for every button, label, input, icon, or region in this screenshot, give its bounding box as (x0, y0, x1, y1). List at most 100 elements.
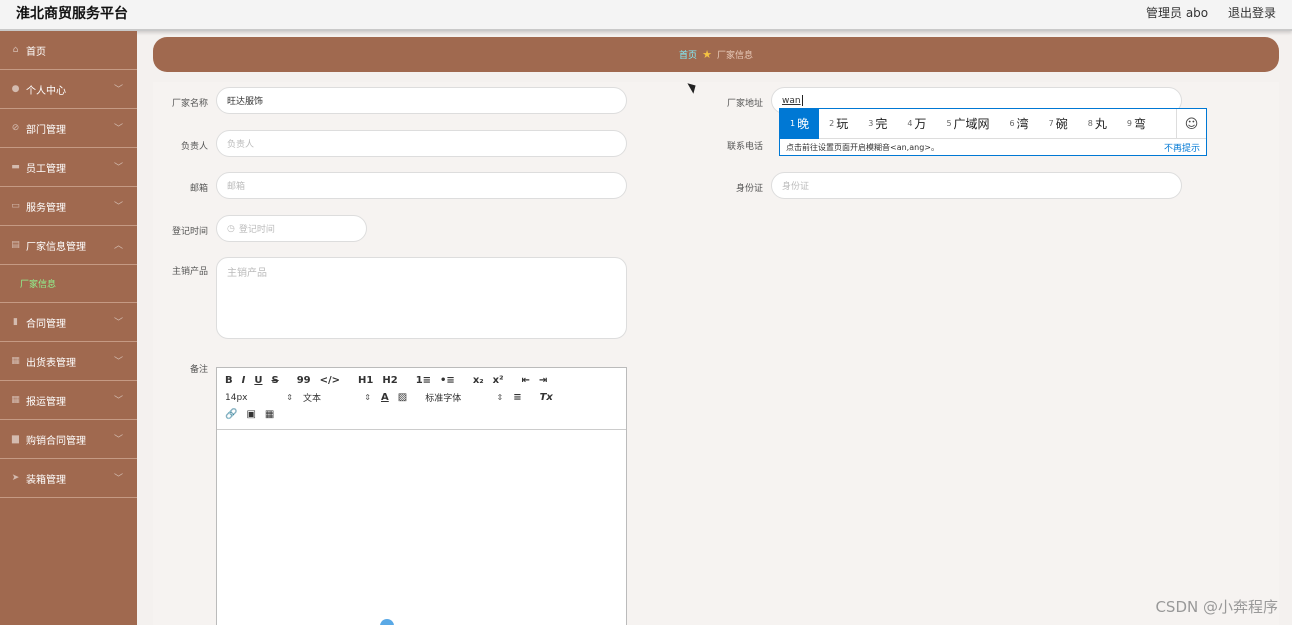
link-icon[interactable]: 🔗 (225, 409, 237, 420)
bold-button[interactable]: B (225, 375, 233, 386)
admin-label: 管理员 abo (1146, 6, 1209, 20)
sidebar-item-contracts[interactable]: ▮ 合同管理 ﹀ (0, 303, 137, 342)
email-input[interactable]: 邮箱 (216, 172, 627, 199)
text-style-value: 文本 (303, 394, 322, 404)
sidebar-item-transport[interactable]: ▦ 报运管理 ﹀ (0, 381, 137, 420)
toolbar-row: 🔗 ▣ ▦ (225, 406, 618, 423)
sidebar-item-label: 装箱管理 (26, 474, 66, 486)
ime-candidate[interactable]: 2玩 (819, 109, 858, 139)
chevron-up-icon: ︿ (113, 241, 123, 251)
remarks-editor[interactable]: B I U S 99 </> H1 H2 1≡ •≡ x₂ x² ⇤ ⇥ 14p… (216, 367, 627, 625)
send-icon: ➤ (11, 473, 20, 483)
folder-icon: ▆ (12, 434, 19, 444)
select-arrow-icon: ⇕ (286, 393, 293, 402)
ime-candidate[interactable]: 3完 (858, 109, 897, 139)
ime-candidate[interactable]: 6湾 (1000, 109, 1039, 139)
subscript-button[interactable]: x₂ (473, 375, 484, 386)
h2-button[interactable]: H2 (382, 375, 397, 386)
sidebar-item-label: 首页 (26, 46, 46, 58)
ime-dismiss-link[interactable]: 不再提示 (1164, 141, 1200, 154)
sidebar-item-shipments[interactable]: ▦ 出货表管理 ﹀ (0, 342, 137, 381)
watermark: CSDN @小奔程序 (1155, 598, 1278, 616)
sidebar-item-purchase-contracts[interactable]: ▆ 购销合同管理 ﹀ (0, 420, 137, 459)
user-icon: ● (11, 84, 20, 94)
sidebar-item-profile[interactable]: ● 个人中心 ﹀ (0, 70, 137, 109)
clear-format-icon[interactable]: Tx (540, 392, 553, 403)
toolbar-row: B I U S 99 </> H1 H2 1≡ •≡ x₂ x² ⇤ ⇥ (225, 372, 618, 389)
sidebar-item-packing[interactable]: ➤ 装箱管理 ﹀ (0, 459, 137, 498)
clock-icon: ◷ (227, 223, 235, 234)
sidebar-item-factory-info[interactable]: ▤ 厂家信息管理 ︿ (0, 226, 137, 265)
ordered-list-button[interactable]: 1≡ (416, 375, 431, 386)
id-card-input[interactable]: 身份证 (771, 172, 1182, 199)
superscript-button[interactable]: x² (493, 375, 504, 386)
sidebar-subitem-factory-info[interactable]: 厂家信息 (0, 265, 137, 303)
chevron-down-icon: ﹀ (113, 474, 123, 484)
home-icon: ⌂ (12, 45, 19, 55)
background-color-icon[interactable]: ▨ (398, 392, 407, 403)
breadcrumb-current: 厂家信息 (716, 51, 753, 61)
star-icon: ★ (702, 48, 712, 61)
h1-button[interactable]: H1 (358, 375, 373, 386)
document-icon: ▤ (11, 240, 20, 250)
app-title: 淮北商贸服务平台 (16, 6, 128, 22)
align-icon[interactable]: ≡ (513, 392, 521, 403)
main-products-label: 主销产品 (171, 267, 208, 277)
font-family-select[interactable]: 标准字体 ⇕ (425, 391, 503, 404)
grid-icon: ▦ (11, 356, 20, 366)
remarks-label: 备注 (189, 365, 208, 375)
chevron-down-icon: ﹀ (113, 318, 123, 328)
bar-chart-icon: ▮ (13, 317, 18, 327)
chevron-down-icon: ﹀ (113, 124, 123, 134)
register-time-input[interactable]: ◷ 登记时间 (216, 215, 367, 242)
toolbar-row: 14px ⇕ 文本 ⇕ A ▨ 标准字体 ⇕ ≡ Tx (225, 389, 618, 406)
ime-candidate[interactable]: 5 广域网 (936, 109, 999, 139)
bullet-list-button[interactable]: •≡ (440, 375, 455, 386)
ime-candidate[interactable]: 7碗 (1039, 109, 1078, 139)
chevron-down-icon: ﹀ (113, 435, 123, 445)
factory-name-input[interactable]: 旺达服饰 (216, 87, 627, 114)
font-family-value: 标准字体 (425, 394, 462, 404)
chevron-down-icon: ﹀ (113, 202, 123, 212)
sidebar: ⌂ 首页 ● 个人中心 ﹀ ⊘ 部门管理 ﹀ ▬ 员工管理 ﹀ ▭ 服务管理 ﹀… (0, 31, 137, 625)
sidebar-item-label: 厂家信息管理 (26, 241, 86, 253)
table-icon: ▦ (11, 395, 20, 405)
ime-candidate[interactable]: 1晚 (780, 108, 820, 139)
sidebar-item-services[interactable]: ▭ 服务管理 ﹀ (0, 187, 137, 226)
italic-button[interactable]: I (242, 375, 246, 386)
video-icon[interactable]: ▦ (265, 409, 274, 420)
ime-candidate[interactable]: 4万 (897, 109, 936, 139)
breadcrumb-home[interactable]: 首页 (679, 48, 697, 61)
ime-candidate[interactable]: 9弯 (1117, 109, 1156, 139)
sidebar-item-departments[interactable]: ⊘ 部门管理 ﹀ (0, 109, 137, 148)
blockquote-button[interactable]: 99 (297, 375, 311, 386)
main-products-textarea[interactable]: 主销产品 (216, 257, 627, 339)
sidebar-item-home[interactable]: ⌂ 首页 (0, 31, 137, 70)
owner-input[interactable]: 负责人 (216, 130, 627, 157)
strike-button[interactable]: S (271, 375, 278, 386)
phone-label: 联系电话 (726, 142, 763, 152)
code-button[interactable]: </> (320, 375, 340, 386)
user-area: 管理员 abo 退出登录 (1130, 4, 1276, 21)
font-size-select[interactable]: 14px ⇕ (225, 393, 293, 403)
text-caret (801, 95, 803, 106)
outdent-button[interactable]: ⇤ (522, 375, 530, 386)
indent-button[interactable]: ⇥ (539, 375, 547, 386)
sidebar-item-employees[interactable]: ▬ 员工管理 ﹀ (0, 148, 137, 187)
sidebar-item-label: 部门管理 (26, 124, 66, 136)
underline-button[interactable]: U (254, 375, 262, 386)
ime-tip: 点击前往设置页面开启模糊音<an,ang>。 (786, 143, 939, 152)
register-time-label: 登记时间 (171, 227, 208, 237)
select-arrow-icon: ⇕ (496, 393, 504, 402)
briefcase-icon: ▬ (11, 162, 20, 172)
ime-candidate[interactable]: 8丸 (1078, 109, 1117, 139)
emoji-icon[interactable]: ☺ (1176, 109, 1206, 139)
text-style-select[interactable]: 文本 ⇕ (303, 391, 371, 404)
chevron-down-icon: ﹀ (113, 357, 123, 367)
logout-link[interactable]: 退出登录 (1228, 6, 1276, 20)
text-color-icon[interactable]: A (381, 392, 389, 403)
select-arrow-icon: ⇕ (364, 393, 371, 402)
ime-candidate-popup: 1晚 2玩 3完 4万 5 广域网 6湾 7碗 8丸 9弯 ☺ 点击前往设置页面开… (779, 108, 1207, 156)
image-icon[interactable]: ▣ (246, 409, 255, 420)
factory-address-label: 厂家地址 (726, 99, 763, 109)
